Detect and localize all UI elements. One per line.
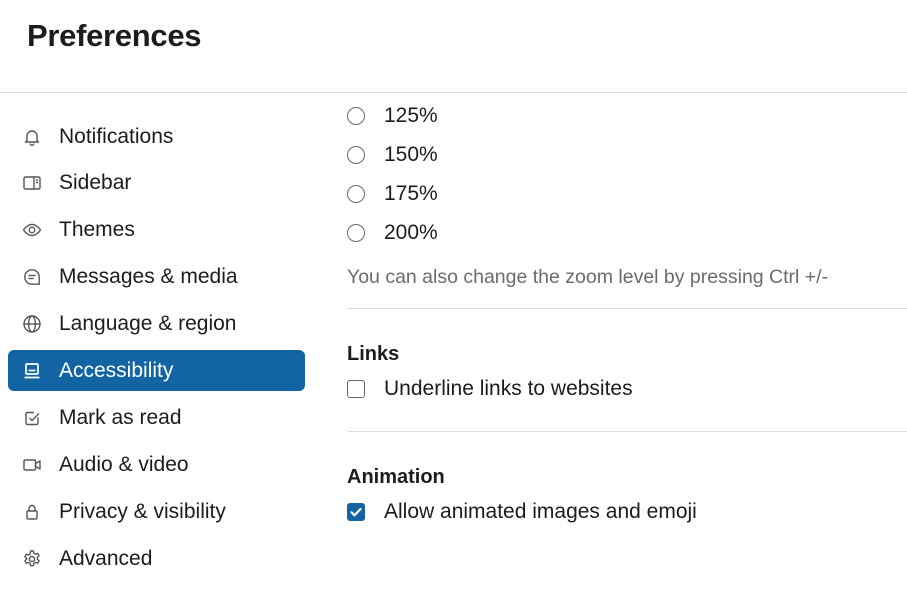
radio-button[interactable] bbox=[347, 223, 365, 242]
animated-images-checkbox[interactable] bbox=[347, 503, 365, 521]
sidebar-item-label: Audio & video bbox=[59, 452, 189, 476]
message-icon bbox=[20, 265, 44, 289]
radio-button[interactable] bbox=[347, 145, 365, 164]
sidebar-item-label: Sidebar bbox=[59, 171, 132, 195]
checkmark-icon bbox=[350, 507, 362, 517]
underline-links-option[interactable]: Underline links to websites bbox=[347, 376, 907, 402]
zoom-hint: You can also change the zoom level by pr… bbox=[347, 266, 829, 288]
sidebar-item-themes[interactable]: Themes bbox=[8, 210, 305, 251]
section-title: Animation bbox=[347, 466, 445, 488]
globe-icon bbox=[20, 312, 44, 336]
sidebar-item-label: Notifications bbox=[59, 124, 174, 148]
sidebar-item-messages-media[interactable]: Messages & media bbox=[8, 257, 305, 298]
checkbox-label: Allow animated images and emoji bbox=[384, 500, 697, 523]
bell-icon bbox=[20, 125, 44, 149]
eye-icon bbox=[20, 218, 44, 242]
video-icon bbox=[20, 453, 44, 477]
sidebar-item-advanced[interactable]: Advanced bbox=[8, 538, 305, 579]
sidebar-item-audio-video[interactable]: Audio & video bbox=[8, 444, 305, 485]
zoom-option-label: 150% bbox=[384, 142, 438, 166]
page-title: Preferences bbox=[27, 18, 202, 53]
divider bbox=[347, 308, 907, 309]
section-title: Links bbox=[347, 343, 400, 365]
zoom-option-150[interactable]: 150% bbox=[347, 135, 907, 174]
zoom-option-label: 175% bbox=[384, 181, 438, 205]
accessibility-settings: 125% 150% 175% 200% You can also change … bbox=[347, 93, 907, 525]
sidebar-item-label: Advanced bbox=[59, 546, 153, 570]
underline-links-checkbox[interactable] bbox=[347, 380, 365, 398]
links-section: Links Underline links to websites bbox=[347, 343, 907, 402]
sidebar-nav: Notifications Sidebar Themes Messages & … bbox=[8, 116, 305, 585]
animation-section: Animation Allow animated images and emoj… bbox=[347, 466, 907, 525]
sidebar-item-mark-as-read[interactable]: Mark as read bbox=[8, 397, 305, 438]
sidebar-item-label: Themes bbox=[59, 218, 135, 242]
zoom-option-175[interactable]: 175% bbox=[347, 174, 907, 213]
radio-button[interactable] bbox=[347, 184, 365, 203]
zoom-option-label: 200% bbox=[384, 220, 438, 244]
sidebar-item-label: Messages & media bbox=[59, 265, 238, 289]
zoom-option-200[interactable]: 200% bbox=[347, 213, 907, 252]
sidebar-item-privacy-visibility[interactable]: Privacy & visibility bbox=[8, 491, 305, 532]
check-square-icon bbox=[20, 406, 44, 430]
sidebar-item-sidebar[interactable]: Sidebar bbox=[8, 163, 305, 204]
animated-images-option[interactable]: Allow animated images and emoji bbox=[347, 499, 907, 525]
checkbox-label: Underline links to websites bbox=[384, 377, 633, 400]
gear-icon bbox=[20, 547, 44, 571]
divider bbox=[347, 431, 907, 432]
zoom-option-label: 125% bbox=[384, 103, 438, 127]
zoom-option-125[interactable]: 125% bbox=[347, 96, 907, 135]
sidebar-icon bbox=[20, 171, 44, 195]
laptop-icon bbox=[20, 359, 44, 383]
sidebar-item-label: Accessibility bbox=[59, 358, 174, 382]
sidebar-item-label: Privacy & visibility bbox=[59, 499, 226, 523]
lock-icon bbox=[20, 500, 44, 524]
sidebar-item-label: Language & region bbox=[59, 312, 237, 336]
sidebar-item-language-region[interactable]: Language & region bbox=[8, 304, 305, 345]
header: Preferences bbox=[0, 0, 907, 93]
zoom-options: 125% 150% 175% 200% bbox=[347, 96, 907, 252]
radio-button[interactable] bbox=[347, 106, 365, 125]
sidebar-item-label: Mark as read bbox=[59, 405, 182, 429]
sidebar-item-accessibility[interactable]: Accessibility bbox=[8, 350, 305, 392]
sidebar-item-notifications[interactable]: Notifications bbox=[8, 116, 305, 157]
